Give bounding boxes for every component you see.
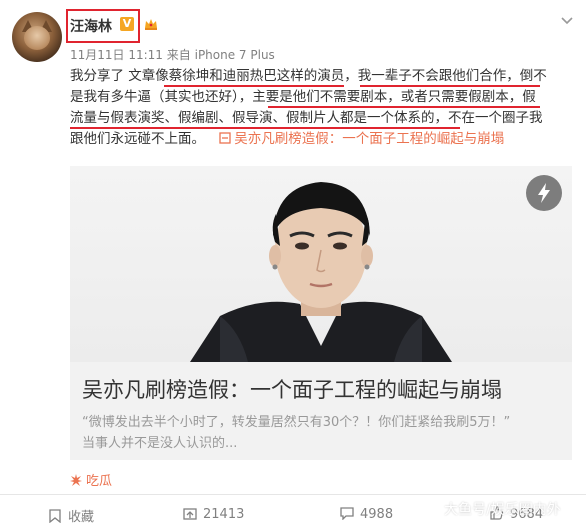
watermark: 大鱼号/娱乐圈内外 bbox=[444, 502, 561, 518]
card-title[interactable]: 吴亦凡刷榜造假：一个面子工程的崛起与崩塌 bbox=[82, 374, 502, 404]
repost-icon bbox=[183, 508, 197, 520]
link-icon bbox=[219, 132, 231, 144]
verified-badge-icon: V bbox=[120, 17, 134, 31]
article-link-text[interactable]: 吴亦凡刷榜造假：一个面子工程的崛起与崩塌 bbox=[234, 131, 504, 147]
post-line-3: 流量与假表演奖、假编剧、假导演、假制片人都是一个体系的，不在一个圈子我 bbox=[70, 110, 543, 126]
crown-icon bbox=[145, 19, 157, 30]
timestamp[interactable]: 11月11日 11:11 bbox=[70, 48, 163, 62]
source-tag[interactable]: 吃瓜 bbox=[70, 470, 112, 489]
lightning-icon bbox=[538, 183, 550, 203]
source-prefix: 来自 bbox=[166, 48, 191, 62]
action-bar-divider bbox=[0, 494, 586, 495]
comment-icon bbox=[340, 507, 354, 521]
article-card[interactable]: 吴亦凡刷榜造假：一个面子工程的崛起与崩塌 “微博发出去半个小时了，转发量居然只有… bbox=[70, 166, 572, 460]
post-line-4: 跟他们永远碰不上面。 吴亦凡刷榜造假：一个面子工程的崛起与崩塌 bbox=[70, 129, 504, 150]
post-meta: 11月11日 11:11 来自 iPhone 7 Plus bbox=[70, 46, 275, 63]
repost-button[interactable]: 21413 bbox=[183, 506, 244, 522]
username[interactable]: 汪海林 bbox=[70, 16, 112, 36]
comment-count: 4988 bbox=[360, 507, 394, 522]
card-description-line: “微博发出去半个小时了，转发量居然只有30个？！你们赶紧给我刷5万！” bbox=[82, 415, 511, 430]
comment-button[interactable]: 4988 bbox=[340, 506, 393, 522]
post-line-2: 是我有多牛逼（其实也还好），主要是他们不需要剧本，或者只需要假剧本，假 bbox=[70, 89, 536, 105]
article-cover-image[interactable] bbox=[70, 166, 572, 362]
chevron-down-icon[interactable] bbox=[561, 14, 573, 26]
source-icon bbox=[70, 474, 82, 486]
post-line-1: 我分享了 文章像蔡徐坤和迪丽热巴这样的演员，我一辈子不会跟他们合作，倒不 bbox=[70, 68, 547, 84]
highlight-underline bbox=[360, 85, 540, 87]
article-link[interactable]: 吴亦凡刷榜造假：一个面子工程的崛起与崩塌 bbox=[219, 131, 504, 147]
source-tag-label[interactable]: 吃瓜 bbox=[86, 474, 112, 489]
highlight-underline bbox=[164, 85, 344, 87]
device-name: iPhone 7 Plus bbox=[194, 48, 275, 62]
highlight-underline bbox=[268, 106, 540, 108]
card-description-line: 当事人并不是没人认识的... bbox=[82, 436, 238, 451]
card-description: “微博发出去半个小时了，转发量居然只有30个？！你们赶紧给我刷5万！” 当事人并… bbox=[82, 412, 567, 454]
post-line-4-text: 跟他们永远碰不上面。 bbox=[70, 131, 205, 147]
lightning-button[interactable] bbox=[526, 175, 562, 211]
person-photo bbox=[190, 182, 452, 362]
favorite-button[interactable]: 收藏 bbox=[48, 506, 94, 525]
avatar[interactable] bbox=[12, 12, 62, 62]
highlight-underline bbox=[70, 127, 460, 129]
favorite-label: 收藏 bbox=[68, 510, 95, 525]
repost-count: 21413 bbox=[203, 507, 245, 522]
favorite-icon bbox=[49, 509, 61, 524]
